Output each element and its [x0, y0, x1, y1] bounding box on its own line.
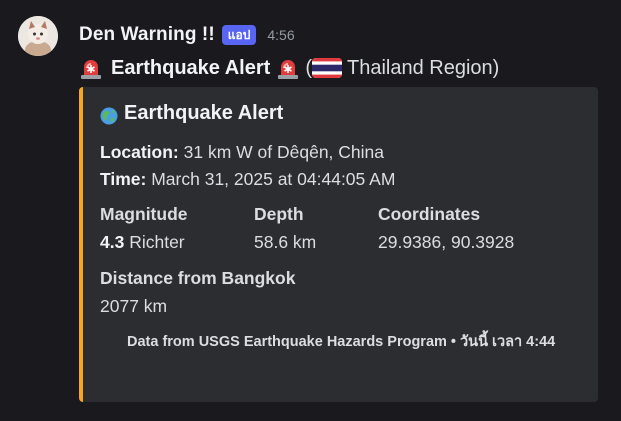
- field-value: 58.6 km: [254, 232, 317, 252]
- embed-footer: Data from USGS Earthquake Hazards Progra…: [127, 334, 556, 350]
- embed-card: Earthquake Alert Location: 31 km W of Dê…: [79, 87, 598, 402]
- globe-icon: [100, 107, 118, 125]
- chat-message: Den Warning !! แอป 4:56 Earthquake Alert: [0, 0, 621, 421]
- message-header: Den Warning !! แอป 4:56: [79, 22, 295, 48]
- embed-title: Earthquake Alert: [100, 102, 283, 125]
- location-value: 31 km W of Dêqên, China: [183, 142, 384, 162]
- avatar[interactable]: [18, 16, 58, 56]
- app-badge: แอป: [221, 25, 257, 45]
- time-line: Time: March 31, 2025 at 04:44:05 AM: [100, 169, 395, 190]
- magnitude-number: 4.3: [100, 232, 125, 252]
- region-open-paren: (: [305, 56, 312, 79]
- time-label: Time:: [100, 169, 147, 189]
- rotating-light-icon: [79, 56, 103, 80]
- field-name: Coordinates: [378, 204, 481, 224]
- flag-thailand-icon: [311, 58, 342, 78]
- field-name: Distance from Bangkok: [100, 268, 296, 288]
- magnitude-unit: Richter: [129, 232, 185, 252]
- rotating-light-icon: [276, 56, 300, 80]
- field-distance: Distance from Bangkok 2077 km: [100, 268, 295, 317]
- field-name: Depth: [254, 204, 304, 224]
- field-magnitude: Magnitude 4.3 Richter: [100, 204, 188, 253]
- field-value: 29.9386, 90.3928: [378, 232, 515, 252]
- location-line: Location: 31 km W of Dêqên, China: [100, 142, 384, 163]
- field-coordinates: Coordinates 29.9386, 90.3928: [378, 204, 514, 253]
- message-content: Earthquake Alert ( Thailand Region): [79, 54, 499, 82]
- field-depth: Depth 58.6 km: [254, 204, 316, 253]
- location-label: Location:: [100, 142, 179, 162]
- timestamp[interactable]: 4:56: [267, 27, 294, 43]
- region-text: Thailand Region): [346, 56, 500, 79]
- embed-title-text[interactable]: Earthquake Alert: [124, 102, 283, 125]
- field-name: Magnitude: [100, 204, 188, 224]
- content-title: Earthquake Alert: [111, 56, 271, 79]
- username[interactable]: Den Warning !!: [79, 24, 215, 46]
- field-value: 4.3 Richter: [100, 232, 188, 253]
- field-value: 2077 km: [100, 296, 168, 316]
- time-value: March 31, 2025 at 04:44:05 AM: [151, 169, 396, 189]
